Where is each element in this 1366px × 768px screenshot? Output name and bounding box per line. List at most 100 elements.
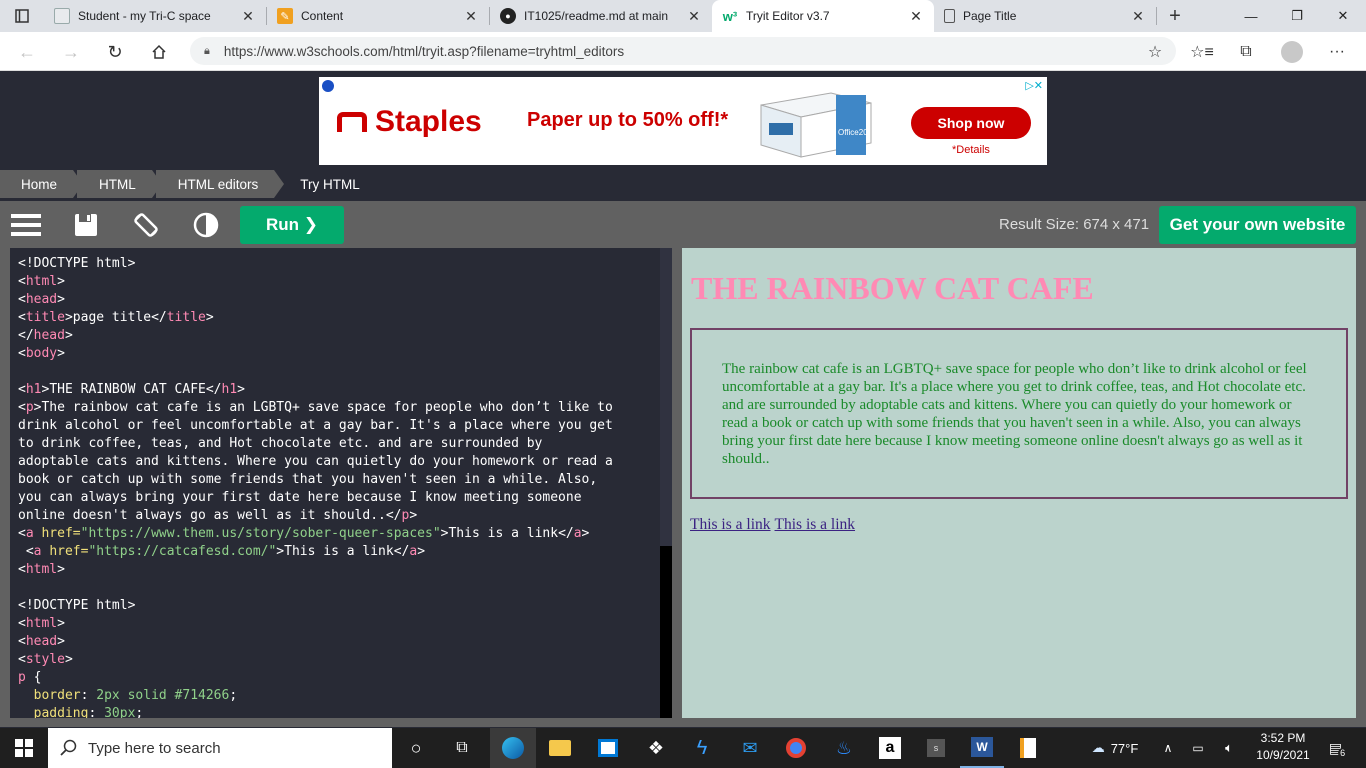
code-line[interactable]: <html> — [18, 561, 652, 579]
shop-now-button[interactable]: Shop now — [911, 107, 1031, 139]
code-token: < — [18, 310, 26, 325]
tab-close-icon[interactable]: ✕ — [908, 8, 924, 25]
taskbar-mail[interactable]: ✉ — [728, 728, 772, 768]
code-scrollbar-thumb[interactable] — [660, 546, 672, 718]
tab-student[interactable]: Student - my Tri-C space ✕ — [44, 0, 266, 32]
settings-menu-button[interactable]: ··· — [1322, 38, 1352, 66]
code-line[interactable]: <head> — [18, 633, 652, 651]
minimize-button[interactable]: — — [1228, 0, 1274, 32]
refresh-button[interactable]: ↻ — [100, 38, 130, 66]
breadcrumb-html-editors[interactable]: HTML editors — [155, 170, 284, 198]
result-heading: THE RAINBOW CAT CAFE — [691, 270, 1094, 306]
taskbar-chrome[interactable] — [774, 728, 818, 768]
code-line[interactable]: <p>The rainbow cat cafe is an LGBTQ+ sav… — [18, 399, 652, 417]
code-line[interactable]: drink alcohol or feel uncomfortable at a… — [18, 417, 652, 435]
tab-content[interactable]: ✎ Content ✕ — [267, 0, 489, 32]
taskbar-edge[interactable] — [490, 728, 536, 768]
code-line[interactable]: <html> — [18, 615, 652, 633]
tab-page-title[interactable]: Page Title ✕ — [934, 0, 1156, 32]
code-line[interactable]: to drink coffee, teas, and Hot chocolate… — [18, 435, 652, 453]
tab-close-icon[interactable]: ✕ — [240, 8, 256, 25]
code-line[interactable] — [18, 363, 652, 381]
code-line[interactable]: <html> — [18, 273, 652, 291]
details-link[interactable]: *Details — [952, 144, 990, 156]
taskbar-dropbox[interactable]: ❖ — [634, 728, 678, 768]
favorites-button[interactable]: ☆≡ — [1187, 38, 1217, 66]
weather-widget[interactable]: ☁ 77°F — [1080, 728, 1150, 768]
code-token: a — [33, 544, 50, 559]
new-tab-button[interactable]: + — [1157, 0, 1193, 32]
cortana-button[interactable]: ○ — [396, 728, 436, 768]
code-editor[interactable]: <!DOCTYPE html> <html> <head> <title>page t… — [10, 248, 660, 718]
get-your-own-website-button[interactable]: Get your own website — [1159, 206, 1356, 244]
forward-button[interactable]: → — [56, 38, 86, 66]
tab-actions-button[interactable] — [0, 0, 44, 32]
theme-toggle-button[interactable] — [188, 207, 224, 243]
code-line[interactable]: <head> — [18, 291, 652, 309]
code-line[interactable]: you can always bring your first date her… — [18, 489, 652, 507]
code-line[interactable]: <h1>THE RAINBOW CAT CAFE</h1> — [18, 381, 652, 399]
notifications-button[interactable]: ▤ 6 — [1320, 728, 1356, 768]
taskbar-app-s[interactable]: s — [914, 728, 958, 768]
code-line[interactable]: p { — [18, 669, 652, 687]
code-line[interactable]: border: 2px solid #714266; — [18, 687, 652, 705]
code-token: { — [33, 670, 42, 685]
tray-overflow-button[interactable]: ∧ — [1158, 728, 1178, 768]
taskbar-file-explorer[interactable] — [538, 728, 582, 768]
save-button[interactable] — [68, 207, 104, 243]
restore-button[interactable]: ❐ — [1274, 0, 1320, 32]
taskbar-app-doc[interactable] — [1006, 728, 1050, 768]
code-line[interactable]: padding: 30px; — [18, 705, 652, 718]
tab-close-icon[interactable]: ✕ — [686, 8, 702, 25]
volume-control[interactable]: 🔈︎ — [1218, 728, 1240, 768]
tab-close-icon[interactable]: ✕ — [463, 8, 479, 25]
code-line[interactable] — [18, 579, 652, 597]
close-window-button[interactable]: ✕ — [1320, 0, 1366, 32]
profile-button[interactable] — [1277, 38, 1307, 66]
result-iframe[interactable]: THE RAINBOW CAT CAFE The rainbow cat caf… — [682, 248, 1356, 718]
code-line[interactable]: online doesn't always go as well as it s… — [18, 507, 652, 525]
rotate-layout-button[interactable] — [128, 207, 164, 243]
code-token: ; — [135, 706, 144, 718]
taskbar-amazon[interactable]: a — [868, 728, 912, 768]
taskbar-app-flame[interactable]: ♨ — [822, 728, 866, 768]
taskbar-word[interactable]: W — [960, 728, 1004, 768]
code-token: < — [25, 544, 34, 559]
battery-indicator[interactable]: ▭ — [1188, 728, 1208, 768]
code-line[interactable]: <a href="https://www.them.us/story/sober… — [18, 525, 652, 543]
result-link-catcafe[interactable]: This is a link — [775, 516, 856, 533]
run-button[interactable]: Run ❯ — [240, 206, 344, 244]
task-view-button[interactable]: ⧉ — [442, 728, 482, 768]
staples-ad[interactable]: ▷✕ Staples Paper up to 50% off!* Office2… — [319, 77, 1047, 165]
tab-tryit-editor[interactable]: w³ Tryit Editor v3.7 ✕ — [712, 0, 934, 32]
code-line[interactable]: <!DOCTYPE html> — [18, 597, 652, 615]
code-line[interactable]: <a href="https://catcafesd.com/">This is… — [18, 543, 652, 561]
adchoices-icon[interactable]: ▷✕ — [1025, 79, 1043, 92]
breadcrumb-html[interactable]: HTML — [77, 170, 162, 198]
code-line[interactable]: <body> — [18, 345, 652, 363]
menu-button[interactable] — [8, 207, 44, 243]
avatar — [1281, 41, 1303, 63]
tab-github[interactable]: ● IT1025/readme.md at main ✕ — [490, 0, 712, 32]
code-line[interactable]: adoptable cats and kittens. Where you ca… — [18, 453, 652, 471]
tab-close-icon[interactable]: ✕ — [1130, 8, 1146, 25]
home-button[interactable] — [144, 38, 174, 66]
code-line[interactable]: book or catch up with some friends that … — [18, 471, 652, 489]
start-button[interactable] — [0, 728, 48, 768]
code-line[interactable]: <title>page title</title> — [18, 309, 652, 327]
taskbar-vscode-like[interactable]: ϟ — [680, 728, 724, 768]
taskbar-store[interactable] — [586, 728, 630, 768]
clock[interactable]: 3:52 PM 10/9/2021 — [1250, 731, 1316, 762]
code-line[interactable]: </head> — [18, 327, 652, 345]
taskbar-search-input[interactable]: Type here to search — [48, 728, 392, 768]
favorite-star-button[interactable]: ☆ — [1140, 38, 1170, 66]
paper-box-image: Office20 — [760, 92, 872, 158]
code-line[interactable]: <style> — [18, 651, 652, 669]
code-line[interactable]: <!DOCTYPE html> — [18, 255, 652, 273]
breadcrumb-home[interactable]: Home — [0, 170, 84, 198]
result-link-them[interactable]: This is a link — [690, 516, 771, 533]
back-button[interactable]: ← — [12, 38, 42, 66]
result-paragraph: The rainbow cat cafe is an LGBTQ+ save s… — [722, 361, 1307, 467]
url-input[interactable]: 🔒︎ https://www.w3schools.com/html/tryit.… — [190, 37, 1176, 65]
collections-button[interactable]: ⧉ — [1231, 38, 1261, 66]
